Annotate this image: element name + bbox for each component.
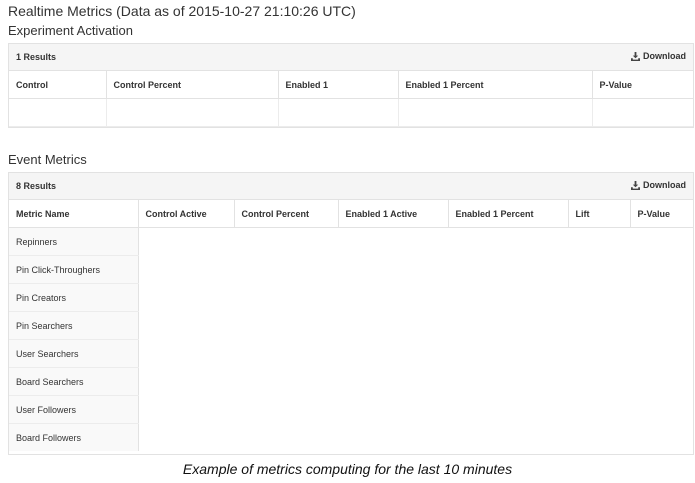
- event-results-count: 8 Results: [16, 181, 57, 191]
- column-header-control-active[interactable]: Control Active: [138, 200, 235, 228]
- column-header-p-value[interactable]: P-Value: [630, 200, 693, 228]
- event-download-label: Download: [643, 180, 686, 190]
- table-cell: [106, 98, 279, 127]
- download-icon: [631, 180, 640, 190]
- column-header-enabled-1-percent[interactable]: Enabled 1 Percent: [448, 200, 569, 228]
- experiment-activation-panel: 1 Results Download Control Control Perce…: [8, 43, 694, 128]
- column-header-control-percent[interactable]: Control Percent: [106, 71, 279, 99]
- metric-name-cell: User Searchers: [9, 339, 139, 368]
- figure-caption: Example of metrics computing for the las…: [182, 461, 513, 477]
- metric-name-cell: User Followers: [9, 395, 139, 424]
- column-header-control-percent[interactable]: Control Percent: [234, 200, 339, 228]
- event-metrics-header: 8 Results Download: [9, 173, 693, 200]
- experiment-activation-header: 1 Results Download: [9, 44, 693, 71]
- column-header-enabled-1[interactable]: Enabled 1: [278, 71, 399, 99]
- event-metrics-table: Metric Name Control Active Control Perce…: [9, 200, 693, 451]
- page-title: Realtime Metrics (Data as of 2015-10-27 …: [8, 3, 356, 19]
- table-cell: [398, 98, 593, 127]
- experiment-activation-title: Experiment Activation: [8, 23, 134, 38]
- download-icon: [631, 51, 640, 61]
- column-header-enabled-1-percent[interactable]: Enabled 1 Percent: [398, 71, 593, 99]
- experiment-results-count: 1 Results: [16, 52, 57, 62]
- column-header-control[interactable]: Control: [9, 71, 107, 99]
- metrics-loading-area: [138, 227, 693, 451]
- column-header-enabled-1-active[interactable]: Enabled 1 Active: [338, 200, 449, 228]
- metric-name-cell: Board Followers: [9, 423, 139, 451]
- experiment-download-button[interactable]: Download: [631, 51, 686, 61]
- column-header-p-value[interactable]: P-Value: [592, 71, 693, 99]
- event-metrics-panel: 8 Results Download Metric Name Control A…: [8, 172, 694, 455]
- column-header-lift[interactable]: Lift: [568, 200, 631, 228]
- table-cell: [278, 98, 399, 127]
- column-header-metric-name[interactable]: Metric Name: [9, 200, 139, 228]
- event-metrics-title: Event Metrics: [8, 152, 87, 167]
- metric-name-cell: Board Searchers: [9, 367, 139, 396]
- experiment-download-label: Download: [643, 51, 686, 61]
- metric-name-cell: Pin Creators: [9, 283, 139, 312]
- event-download-button[interactable]: Download: [631, 180, 686, 190]
- metric-name-cell: Pin Click-Throughers: [9, 255, 139, 284]
- experiment-activation-table: Control Control Percent Enabled 1 Enable…: [9, 71, 693, 127]
- table-row: Repinners: [9, 227, 693, 451]
- table-row: [9, 98, 693, 127]
- table-cell: [592, 98, 693, 127]
- metric-name-cell: Repinners: [9, 227, 139, 256]
- table-cell: [9, 98, 107, 127]
- metric-name-cell: Pin Searchers: [9, 311, 139, 340]
